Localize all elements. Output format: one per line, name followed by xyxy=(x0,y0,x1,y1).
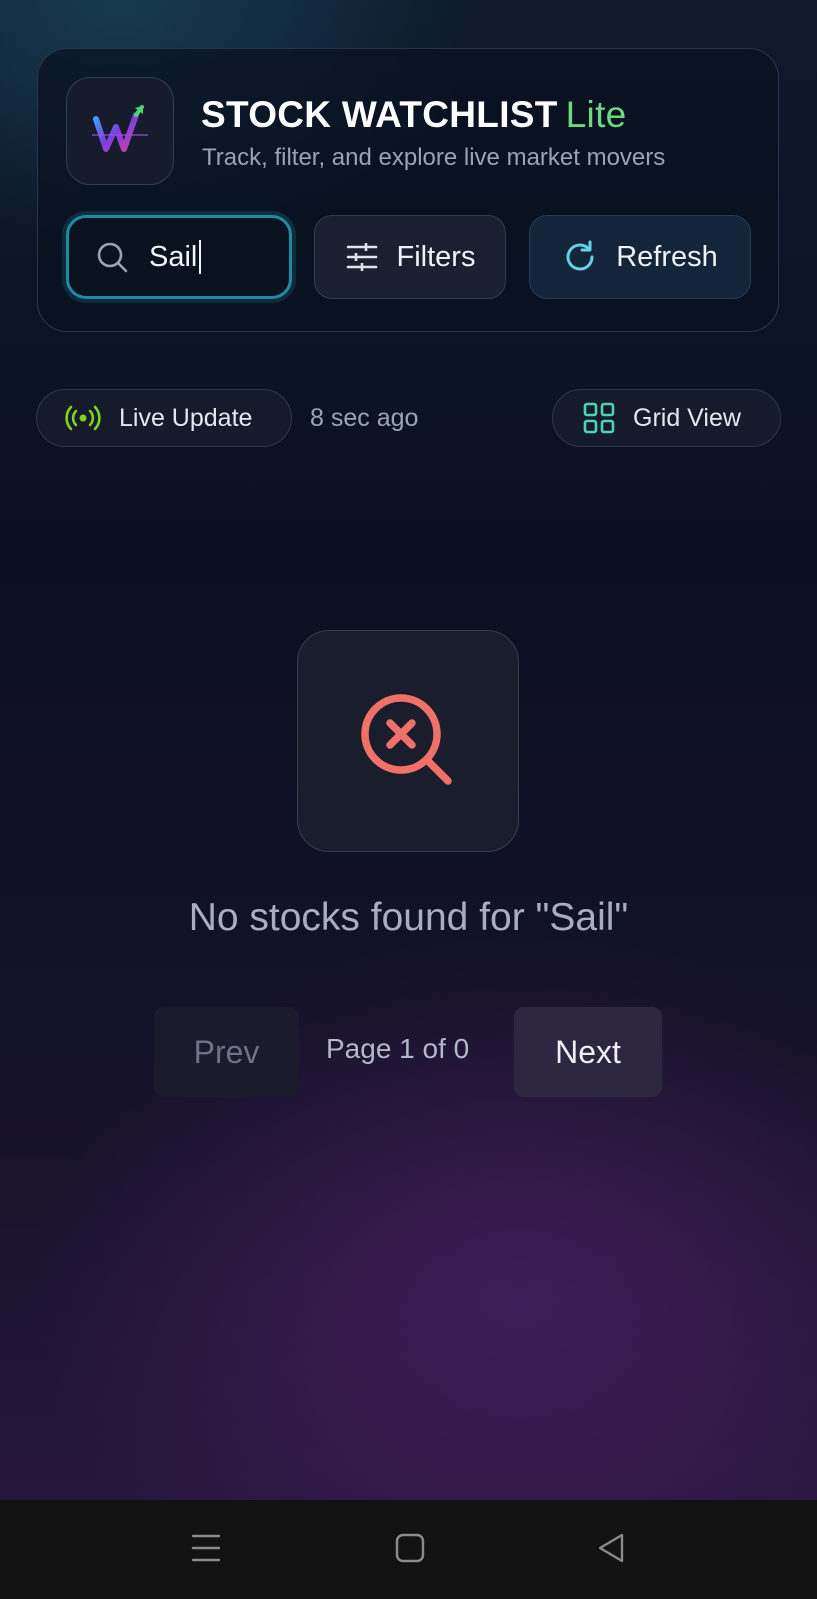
w-trend-logo-icon xyxy=(92,105,148,152)
search-icon xyxy=(97,242,128,273)
search-input-value[interactable]: Sail xyxy=(149,240,202,274)
home-square-icon[interactable] xyxy=(394,1530,426,1566)
refresh-icon xyxy=(566,240,594,271)
sliders-icon xyxy=(346,243,377,271)
app-logo xyxy=(66,77,174,185)
broadcast-icon xyxy=(65,405,101,431)
grid-view-label: Grid View xyxy=(633,403,741,432)
filters-button[interactable]: Filters xyxy=(314,215,506,299)
app-title-badge: Lite xyxy=(565,94,627,135)
search-x-icon xyxy=(361,694,452,785)
filters-button-label: Filters xyxy=(396,240,476,273)
system-navigation-bar xyxy=(0,1500,817,1599)
header-card: STOCK WATCHLIST Lite Track, filter, and e… xyxy=(37,48,779,332)
app-title-text: STOCK WATCHLIST xyxy=(201,94,558,135)
empty-state-illustration xyxy=(297,630,519,852)
refresh-button[interactable]: Refresh xyxy=(529,215,751,299)
back-triangle-icon[interactable] xyxy=(596,1530,626,1566)
menu-icon[interactable] xyxy=(191,1530,221,1566)
live-update-label: Live Update xyxy=(119,403,253,432)
live-update-toggle[interactable]: Live Update xyxy=(36,389,292,447)
search-input[interactable]: Sail xyxy=(66,215,292,299)
app-subtitle: Track, filter, and explore live market m… xyxy=(202,144,666,171)
page-indicator: Page 1 of 0 xyxy=(326,1033,470,1064)
empty-state-message: No stocks found for "Sail" xyxy=(188,896,629,939)
next-page-label: Next xyxy=(555,1033,621,1070)
refresh-button-label: Refresh xyxy=(616,240,718,273)
grid-icon xyxy=(583,402,615,434)
last-updated-text: 8 sec ago xyxy=(310,404,419,432)
prev-page-label: Prev xyxy=(193,1033,260,1070)
prev-page-button[interactable]: Prev xyxy=(154,1007,299,1097)
grid-view-button[interactable]: Grid View xyxy=(552,389,781,447)
app-title: STOCK WATCHLIST Lite xyxy=(201,94,627,136)
next-page-button[interactable]: Next xyxy=(514,1007,662,1097)
